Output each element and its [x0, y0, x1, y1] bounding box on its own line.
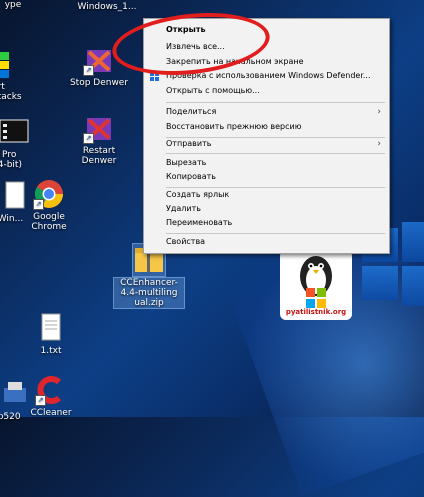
menu-item-create-shortcut[interactable]: Создать ярлык [144, 188, 389, 202]
menu-separator [166, 233, 385, 234]
menu-item-label: Поделиться [166, 107, 217, 116]
icon-label: art Stacks [0, 82, 22, 102]
icon-label: Restart Denwer [81, 146, 117, 166]
video-pro-icon [0, 116, 30, 148]
menu-item-properties[interactable]: Свойства [144, 235, 389, 249]
menu-item-label: Отправить [166, 139, 212, 148]
desktop-icon-windows-zip[interactable]: Windows_1... [72, 2, 142, 12]
desktop-icon-google-chrome[interactable]: ↗ Google Chrome [14, 178, 84, 232]
icon-label: Stop Denwer [69, 78, 129, 88]
denwer-stop-icon: ↗ [83, 44, 115, 76]
desktop-icon-ccleaner[interactable]: ↗ CCleaner [16, 374, 86, 418]
chrome-icon: ↗ [33, 178, 65, 210]
menu-separator [166, 153, 385, 154]
menu-item-open-with[interactable]: Открыть с помощью... [144, 84, 389, 98]
submenu-arrow-icon: › [377, 107, 381, 117]
desktop-icon-gnu-pro[interactable]: ıs Pro 64-bit) [0, 116, 32, 170]
icon-label: Google Chrome [31, 212, 67, 232]
icon-label: CCEnhancer- 4.4-multiling ual.zip [113, 277, 185, 309]
desktop-icon-one-txt[interactable]: 1.txt [16, 312, 86, 356]
icon-label: Windows_1... [77, 2, 137, 12]
submenu-arrow-icon: › [377, 139, 381, 149]
menu-item-share[interactable]: Поделиться › [144, 105, 389, 119]
text-file-icon [35, 312, 67, 344]
menu-separator [166, 102, 385, 103]
menu-item-send-to[interactable]: Отправить › [144, 137, 389, 151]
menu-item-restore-previous[interactable]: Восстановить прежнюю версию [144, 120, 389, 134]
icon-label: ype [4, 0, 22, 10]
menu-item-cut[interactable]: Вырезать [144, 156, 389, 170]
icon-label: 1.txt [40, 346, 62, 356]
denwer-restart-icon: ↗ [83, 112, 115, 144]
desktop-icon-restart-denwer[interactable]: ↗ Restart Denwer [64, 112, 134, 166]
watermark-site: pyatilistnik.org [285, 308, 347, 316]
desktop-icon-ype[interactable]: ype [0, 0, 48, 10]
menu-item-delete[interactable]: Удалить [144, 202, 389, 216]
menu-item-copy[interactable]: Копировать [144, 170, 389, 184]
icon-label: ıs Pro 64-bit) [0, 150, 22, 170]
ccleaner-icon: ↗ [35, 374, 67, 406]
bitstacks-icon [0, 48, 13, 80]
desktop-icon-bitstacks[interactable]: art Stacks [0, 48, 32, 102]
pyatilistnik-logo: pyatilistnik.org [280, 250, 352, 320]
menu-item-rename[interactable]: Переименовать [144, 216, 389, 230]
